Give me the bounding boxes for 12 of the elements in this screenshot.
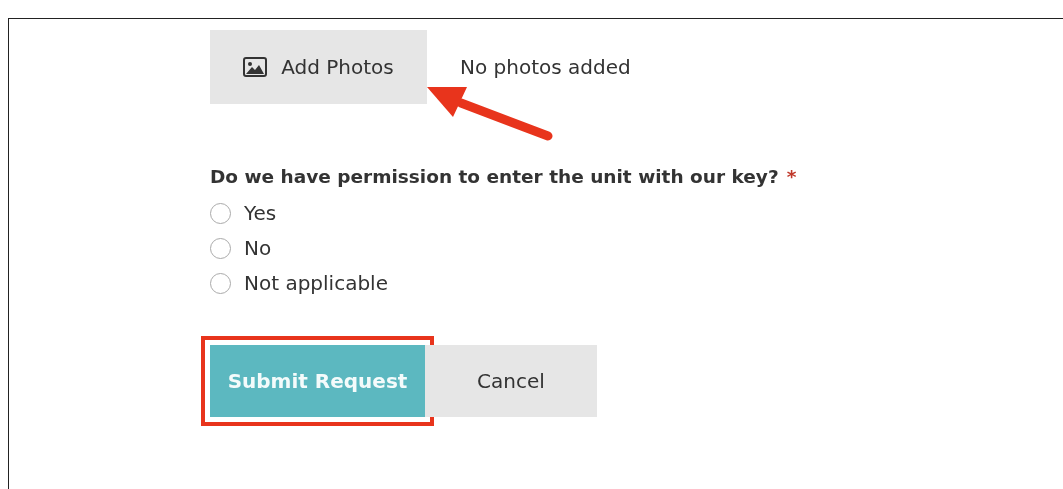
- radio-button[interactable]: [210, 237, 231, 259]
- image-icon: [243, 57, 268, 77]
- question-label: Do we have permission to enter the unit with our key?: [210, 166, 779, 187]
- photos-status: No photos added: [460, 55, 631, 79]
- required-mark: *: [786, 166, 797, 187]
- option-label[interactable]: No: [244, 236, 272, 260]
- option-label[interactable]: Not applicable: [244, 271, 388, 295]
- option-label[interactable]: Yes: [244, 201, 277, 225]
- radio-button[interactable]: [210, 202, 231, 224]
- add-photos-button[interactable]: Add Photos: [210, 30, 427, 104]
- cancel-button[interactable]: Cancel: [425, 345, 597, 417]
- radio-button[interactable]: [210, 272, 231, 294]
